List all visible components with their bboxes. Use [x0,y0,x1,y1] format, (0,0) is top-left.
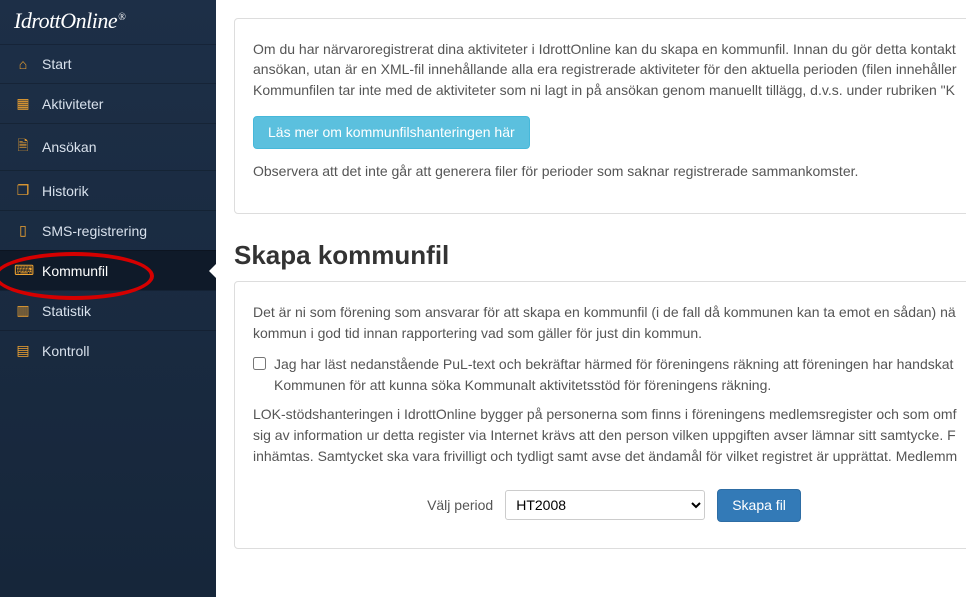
calendar-icon: ▦ [14,95,32,112]
create-text-2: LOK-stödshanteringen i IdrottOnline bygg… [253,404,966,467]
sidebar-item-kontroll[interactable]: ▤ Kontroll [0,330,216,370]
copy-icon: ❐ [14,182,32,199]
sidebar-item-label: Ansökan [42,139,96,155]
bar-chart-icon: ▥ [14,302,32,319]
logo: IdrottOnline® [0,0,216,44]
sidebar-item-label: Start [42,56,72,72]
pul-checkbox-label: Jag har läst nedanstående PuL-text och b… [274,354,966,396]
document-icon: 🗎 [14,135,32,159]
create-file-button[interactable]: Skapa fil [717,489,801,522]
sidebar-item-historik[interactable]: ❐ Historik [0,170,216,210]
inbox-icon: ⌨ [14,262,32,279]
sidebar-item-start[interactable]: ⌂ Start [0,44,216,83]
create-panel: Det är ni som förening som ansvarar för … [234,281,966,549]
intro-panel: Om du har närvaroregistrerat dina aktivi… [234,18,966,214]
sidebar-item-statistik[interactable]: ▥ Statistik [0,290,216,330]
pul-checkbox-row: Jag har läst nedanstående PuL-text och b… [253,354,966,396]
intro-text-1: Om du har närvaroregistrerat dina aktivi… [253,39,966,100]
sidebar-item-label: Aktiviteter [42,96,103,112]
sidebar-item-label: Kontroll [42,343,89,359]
registered-mark: ® [118,12,125,23]
sidebar-nav: ⌂ Start ▦ Aktiviteter 🗎 Ansökan ❐ Histor… [0,44,216,370]
sidebar-item-label: Historik [42,183,89,199]
app-root: IdrottOnline® ⌂ Start ▦ Aktiviteter 🗎 An… [0,0,966,597]
period-form-row: Välj period HT2008 Skapa fil [253,489,966,522]
sidebar-item-label: Statistik [42,303,91,319]
sidebar-item-aktiviteter[interactable]: ▦ Aktiviteter [0,83,216,123]
pul-checkbox[interactable] [253,357,266,370]
sidebar-item-sms[interactable]: ▯ SMS-registrering [0,210,216,250]
logo-text: IdrottOnline [14,8,117,33]
period-select[interactable]: HT2008 [505,490,705,520]
sidebar-item-label: SMS-registrering [42,223,147,239]
intro-text-2: Observera att det inte går att generera … [253,161,966,181]
mobile-icon: ▯ [14,222,32,239]
book-icon: ▤ [14,342,32,359]
home-icon: ⌂ [14,56,32,72]
read-more-button[interactable]: Läs mer om kommunfilshanteringen här [253,116,530,149]
period-label: Välj period [427,497,493,513]
sidebar-item-kommunfil[interactable]: ⌨ Kommunfil [0,250,216,290]
sidebar-item-label: Kommunfil [42,263,108,279]
sidebar-item-ansokan[interactable]: 🗎 Ansökan [0,123,216,170]
section-title: Skapa kommunfil [234,240,966,271]
sidebar: IdrottOnline® ⌂ Start ▦ Aktiviteter 🗎 An… [0,0,216,597]
create-text-1: Det är ni som förening som ansvarar för … [253,302,966,344]
main-content: Om du har närvaroregistrerat dina aktivi… [216,0,966,597]
